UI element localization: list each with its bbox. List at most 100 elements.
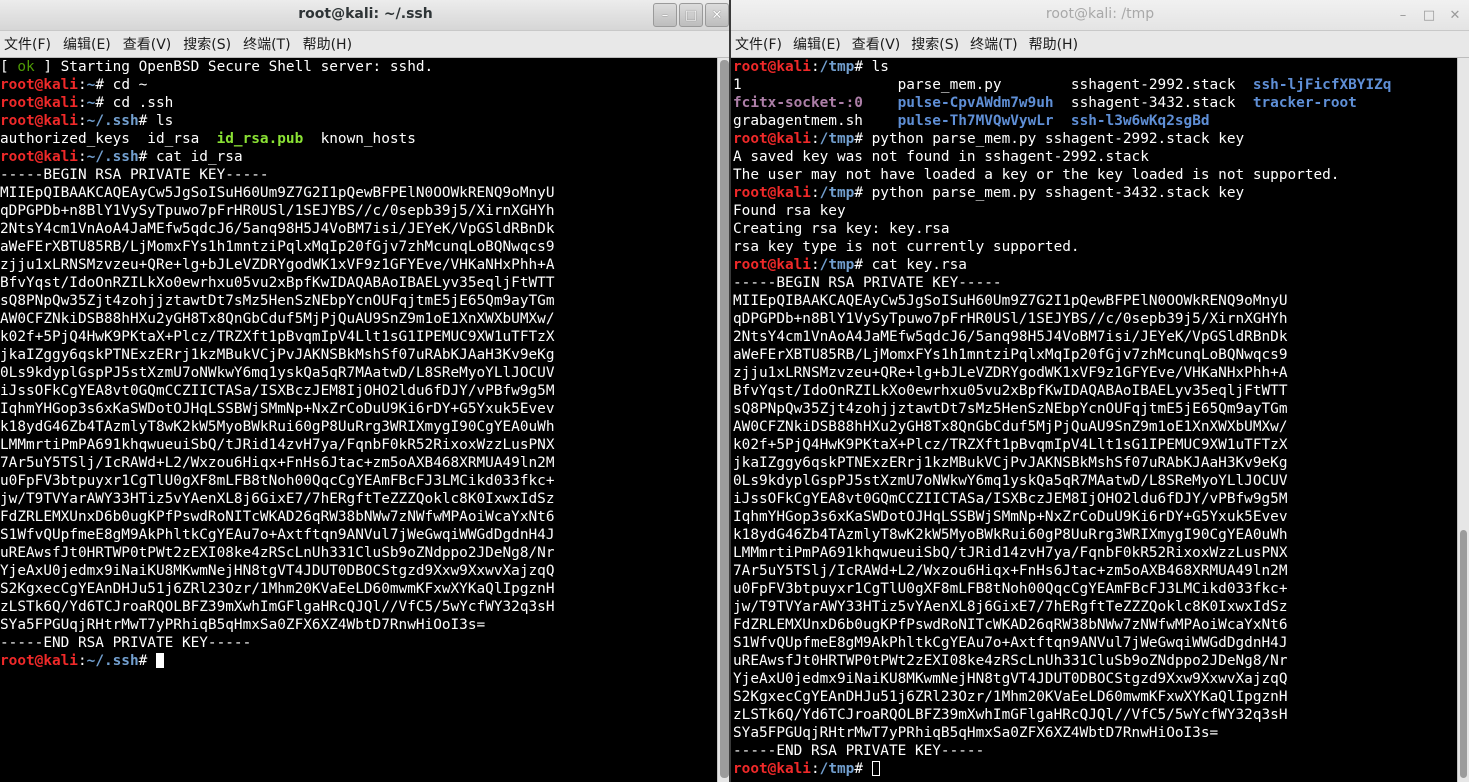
- terminal-line: root@kali:~# cd .ssh: [0, 94, 555, 112]
- menu-help[interactable]: 帮助(H): [299, 34, 360, 54]
- menu-terminal[interactable]: 终端(T): [966, 34, 1024, 54]
- terminal-line: jkaIZggy6qskPTNExzERrj1kzMBukVCjPvJAKNSB…: [733, 454, 1391, 472]
- terminal-text: zjju1xLRNSMzvzeu+QRe+lg+bJLeVZDRYgodWK1x…: [0, 257, 555, 273]
- terminal-window-ssh[interactable]: root@kali: ~/.ssh – □ ✕ 文件(F) 编辑(E) 查看(V…: [0, 0, 731, 782]
- terminal-line: S1WfvQUpfmeE8gM9AkPhltkCgYEAu7o+Axtftqn9…: [0, 526, 555, 544]
- terminal-cursor: [871, 761, 880, 776]
- terminal-text: k02f+5PjQ4HwK9PKtaX+Plcz/TRZXft1pBvqmIpV…: [733, 437, 1288, 453]
- terminal-line: uREAwsfJt0HRTWP0tPWt2zEXI08ke4zRScLnUh33…: [0, 544, 555, 562]
- terminal-text: zLSTk6Q/Yd6TCJroaRQOLBFZ39mXwhImGFlgaHRc…: [0, 599, 555, 615]
- terminal-line: u0FpFV3btpuyxr1CgTlU0gXF8mLFB8tNoh00QqcC…: [0, 472, 555, 490]
- terminal-text: AW0CFZNkiDSB88hHXu2yGH8Tx8QnGbCduf5MjPjQ…: [0, 311, 555, 327]
- terminal-text: qDPGPDb+n8BlY1VySyTpuwo7pFrHR0USl/1SEJYB…: [733, 311, 1288, 327]
- menu-file[interactable]: 文件(F): [0, 34, 59, 54]
- terminal-line: zLSTk6Q/Yd6TCJroaRQOLBFZ39mXwhImGFlgaHRc…: [0, 598, 555, 616]
- terminal-output[interactable]: [ ok ] Starting OpenBSD Secure Shell ser…: [0, 58, 717, 782]
- title-bar[interactable]: root@kali: ~/.ssh – □ ✕: [0, 0, 731, 31]
- menu-edit[interactable]: 编辑(E): [789, 34, 848, 54]
- minimize-button[interactable]: –: [1391, 3, 1415, 27]
- terminal-line: root@kali:~/.ssh# ls: [0, 112, 555, 130]
- menu-view[interactable]: 查看(V): [848, 34, 908, 54]
- terminal-line: YjeAxU0jedmx9iNaiKU8MKwmNejHN8tgVT4JDUT0…: [733, 670, 1391, 688]
- terminal-text: aWeFErXBTU85RB/LjMomxFYs1h1mntziPqlxMqIp…: [0, 239, 555, 255]
- terminal-text: #: [138, 653, 156, 669]
- terminal-text: 2NtsY4cm1VnAoA4JaMEfw5qdcJ6/5anq98H5J4Vo…: [0, 221, 555, 237]
- terminal-text: IqhmYHGop3s6xKaSWDotOJHqLSSBWjSMmNp+NxZr…: [733, 509, 1288, 525]
- scrollbar[interactable]: [1457, 58, 1469, 782]
- terminal-line: 2NtsY4cm1VnAoA4JaMEfw5qdcJ6/5anq98H5J4Vo…: [0, 220, 555, 238]
- close-button[interactable]: ✕: [1443, 3, 1467, 27]
- terminal-text: u0FpFV3btpuyxr1CgTlU0gXF8mLFB8tNoh00QqcC…: [0, 473, 555, 489]
- terminal-window-tmp[interactable]: root@kali: /tmp – □ ✕ 文件(F) 编辑(E) 查看(V) …: [731, 0, 1469, 782]
- terminal-text: /tmp: [819, 257, 855, 273]
- terminal-text: /tmp: [819, 131, 855, 147]
- scrollbar-thumb[interactable]: [1460, 530, 1467, 778]
- terminal-output[interactable]: root@kali:/tmp# ls 1 parse_mem.py sshagen…: [731, 58, 1457, 782]
- terminal-text: [: [0, 59, 18, 75]
- terminal-line: -----BEGIN RSA PRIVATE KEY-----: [0, 166, 555, 184]
- terminal-text: uREAwsfJt0HRTWP0tPWt2zEXI08ke4zRScLnUh33…: [0, 545, 555, 561]
- terminal-text: zLSTk6Q/Yd6TCJroaRQOLBFZ39mXwhImGFlgaHRc…: [733, 707, 1288, 723]
- terminal-line: S2KgxecCgYEAnDHJu51j6ZRl23Ozr/1Mhm20KVaE…: [733, 688, 1391, 706]
- terminal-text: SYa5FPGUqjRHtrMwT7yPRhiqB5qHmxSa0ZFX6XZ4…: [733, 725, 1219, 741]
- terminal-text: LMMmrtiPmPA691khqwueuiSbQ/tJRid14zvH7ya/…: [733, 545, 1288, 561]
- terminal-text: # ls: [854, 59, 889, 75]
- terminal-line: jkaIZggy6qskPTNExzERrj1kzMBukVCjPvJAKNSB…: [0, 346, 555, 364]
- terminal-text: root@kali: [0, 77, 78, 93]
- title-bar[interactable]: root@kali: /tmp – □ ✕: [731, 0, 1469, 31]
- terminal-line: uREAwsfJt0HRTWP0tPWt2zEXI08ke4zRScLnUh33…: [733, 652, 1391, 670]
- terminal-text: qDPGPDb+n8BlY1VySyTpuwo7pFrHR0USl/1SEJYB…: [0, 203, 555, 219]
- menu-help[interactable]: 帮助(H): [1025, 34, 1085, 54]
- terminal-text: aWeFErXBTU85RB/LjMomxFYs1h1mntziPqlxMqIp…: [733, 347, 1288, 363]
- terminal-text: SYa5FPGUqjRHtrMwT7yPRhiqB5qHmxSa0ZFX6XZ4…: [0, 617, 486, 633]
- terminal-lines: [ ok ] Starting OpenBSD Secure Shell ser…: [0, 58, 555, 670]
- terminal-text: root@kali: [0, 113, 78, 129]
- minimize-button[interactable]: –: [653, 3, 677, 27]
- terminal-line: 7Ar5uY5TSlj/IcRAWd+L2/Wxzou6Hiqx+FnHs6Jt…: [0, 454, 555, 472]
- terminal-line: sQ8PNpQw35Zjt4zohjjztawtDt7sMz5HenSzNEbp…: [0, 292, 555, 310]
- terminal-cursor: [155, 653, 164, 668]
- terminal-text: :: [77, 653, 87, 669]
- terminal-line: The user may not have loaded a key or th…: [733, 166, 1391, 184]
- terminal-text: :: [77, 77, 87, 93]
- terminal-text: # cat id_rsa: [138, 149, 243, 165]
- close-button[interactable]: ✕: [705, 3, 729, 27]
- menu-search[interactable]: 搜索(S): [907, 34, 966, 54]
- menu-file[interactable]: 文件(F): [731, 34, 789, 54]
- terminal-line: MIIEpQIBAAKCAQEAyCw5JgSoISuH60Um9Z7G2I1p…: [733, 292, 1391, 310]
- terminal-text: S1WfvQUpfmeE8gM9AkPhltkCgYEAu7o+Axtftqn9…: [733, 635, 1288, 651]
- terminal-line: LMMmrtiPmPA691khqwueuiSbQ/tJRid14zvH7ya/…: [733, 544, 1391, 562]
- terminal-text: k18ydG46Zb4TAzmlyT8wK2kW5MyoBWkRui60gP8U…: [0, 419, 555, 435]
- terminal-text: :: [77, 149, 87, 165]
- menu-edit[interactable]: 编辑(E): [59, 34, 119, 54]
- terminal-text: ssh-l3w6wKq2sgBd: [1070, 113, 1210, 129]
- terminal-text: root@kali: [733, 761, 811, 777]
- terminal-line: A saved key was not found in sshagent-29…: [733, 148, 1391, 166]
- terminal-text: jkaIZggy6qskPTNExzERrj1kzMBukVCjPvJAKNSB…: [0, 347, 555, 363]
- maximize-button[interactable]: □: [1417, 3, 1441, 27]
- terminal-line: BfvYqst/IdoOnRZILkXo0ewrhxu05vu2xBpfKwID…: [0, 274, 555, 292]
- scrollbar-thumb[interactable]: [720, 60, 729, 778]
- terminal-text: /tmp: [819, 185, 855, 201]
- menu-view[interactable]: 查看(V): [119, 34, 180, 54]
- terminal-line: IqhmYHGop3s6xKaSWDotOJHqLSSBWjSMmNp+NxZr…: [733, 508, 1391, 526]
- terminal-line: AW0CFZNkiDSB88hHXu2yGH8Tx8QnGbCduf5MjPjQ…: [733, 418, 1391, 436]
- terminal-line: fcitx-socket-:0 pulse-CpvAWdm7w9uh sshag…: [733, 94, 1391, 112]
- menu-search[interactable]: 搜索(S): [179, 34, 239, 54]
- maximize-button[interactable]: □: [679, 3, 703, 27]
- terminal-text: S1WfvQUpfmeE8gM9AkPhltkCgYEAu7o+Axtftqn9…: [0, 527, 555, 543]
- terminal-text: 7Ar5uY5TSlj/IcRAWd+L2/Wxzou6Hiqx+FnHs6Jt…: [0, 455, 555, 471]
- terminal-text: The user may not have loaded a key or th…: [733, 167, 1340, 183]
- terminal-line: 0Ls9kdyplGspPJ5stXzmU7oNWkwY6mq1yskQa5qR…: [0, 364, 555, 382]
- terminal-text: 2NtsY4cm1VnAoA4JaMEfw5qdcJ6/5anq98H5J4Vo…: [733, 329, 1288, 345]
- terminal-text: LMMmrtiPmPA691khqwueuiSbQ/tJRid14zvH7ya/…: [0, 437, 555, 453]
- terminal-text: root@kali: [0, 95, 78, 111]
- terminal-text: 0Ls9kdyplGspPJ5stXzmU7oNWkwY6mq1yskQa5qR…: [0, 365, 555, 381]
- terminal-text: MIIEpQIBAAKCAQEAyCw5JgSoISuH60Um9Z7G2I1p…: [0, 185, 555, 201]
- terminal-line: LMMmrtiPmPA691khqwueuiSbQ/tJRid14zvH7ya/…: [0, 436, 555, 454]
- terminal-text: :: [810, 185, 820, 201]
- terminal-text: uREAwsfJt0HRTWP0tPWt2zEXI08ke4zRScLnUh33…: [733, 653, 1288, 669]
- menu-terminal[interactable]: 终端(T): [239, 34, 298, 54]
- terminal-text: -----BEGIN RSA PRIVATE KEY-----: [0, 167, 269, 183]
